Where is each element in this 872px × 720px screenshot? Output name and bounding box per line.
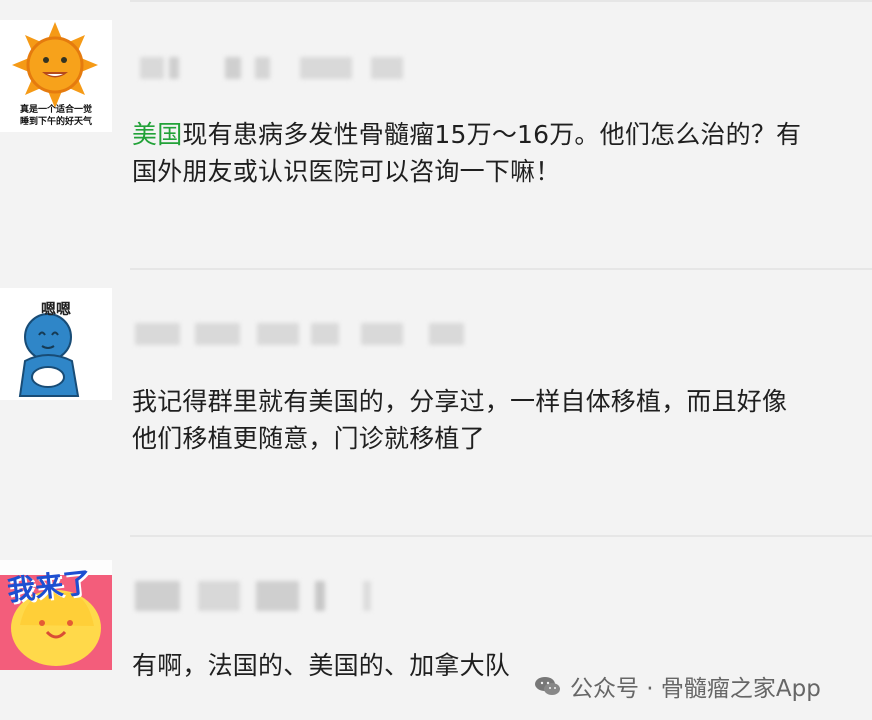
wechat-icon — [535, 677, 560, 695]
comment-item: 嗯嗯 我记得群里就有美国的，分享过，一样自体移植，而且好像他们移植更随意，门诊就… — [0, 268, 872, 535]
official-account-watermark: 公众号 · 骨髓瘤之家App — [534, 668, 821, 704]
comment-text: 美国现有患病多发性骨髓瘤15万～16万。他们怎么治的？有国外朋友或认识医院可以咨… — [132, 120, 802, 186]
redacted-username — [135, 581, 555, 611]
redacted-username — [135, 323, 555, 345]
avatar[interactable]: 嗯嗯 — [0, 288, 112, 400]
avatar-caption: 真是一个适合一觉 睡到下午的好天气 — [19, 105, 92, 127]
comment-text: 我记得群里就有美国的，分享过，一样自体移植，而且好像他们移植更随意，门诊就移植了 — [132, 387, 788, 453]
comment-thread: 真是一个适合一觉 睡到下午的好天气 美国现有患病多发性骨髓瘤15万～16万。他们… — [0, 0, 872, 720]
redacted-username — [135, 57, 555, 79]
comment-divider — [130, 268, 872, 270]
comment-divider — [130, 535, 872, 537]
avatar[interactable]: 我来了 — [0, 560, 112, 670]
avatar[interactable]: 真是一个适合一觉 睡到下午的好天气 — [0, 20, 112, 132]
avatar-text: 嗯嗯 — [40, 300, 71, 318]
comment-divider — [130, 0, 872, 2]
watermark-text: 公众号 · 骨髓瘤之家App — [570, 676, 821, 702]
highlighted-keyword: 美国 — [132, 120, 183, 149]
comment-item: 真是一个适合一觉 睡到下午的好天气 美国现有患病多发性骨髓瘤15万～16万。他们… — [0, 0, 872, 268]
